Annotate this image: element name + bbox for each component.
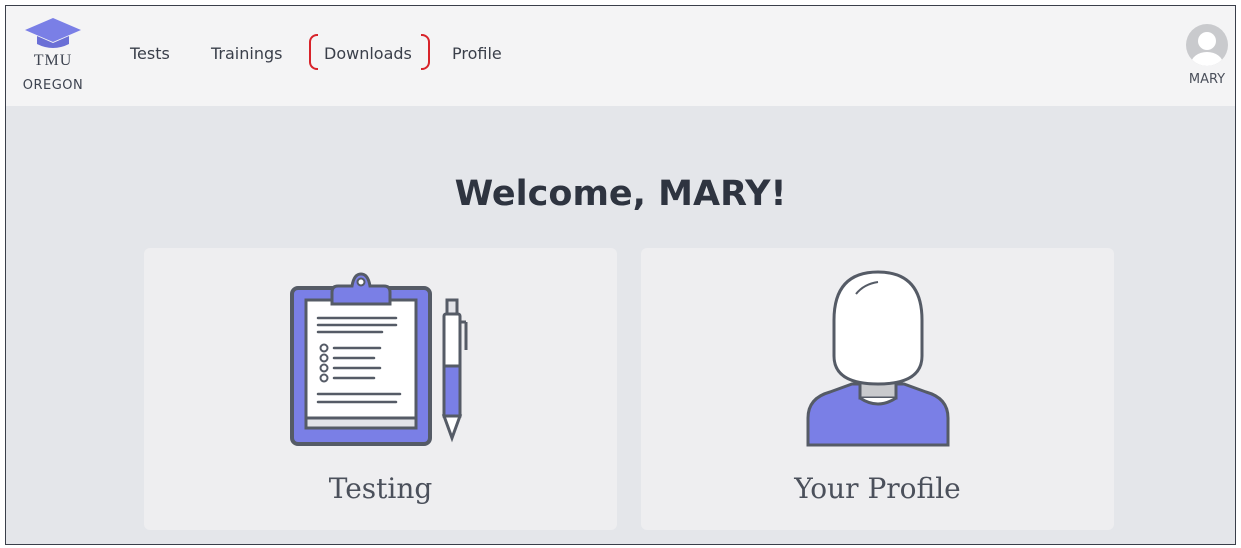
brand-logo[interactable]: TMU OREGON [18,16,88,100]
clipboard-pen-icon [290,272,468,446]
your-profile-card[interactable]: Your Profile [641,248,1114,530]
testing-label: Testing [328,472,433,505]
app-window: TMU OREGON Tests Trainings Downloads Pro… [5,5,1236,545]
user-avatar-icon [1186,24,1228,66]
testing-card[interactable]: Testing [144,248,617,530]
top-navbar: TMU OREGON Tests Trainings Downloads Pro… [6,6,1235,106]
graduation-cap-icon [25,18,81,48]
user-name: MARY [1188,72,1226,87]
highlight-bracket-right [421,34,430,70]
nav-downloads[interactable]: Downloads [324,44,412,63]
logo-subtext: OREGON [22,78,84,93]
nav-tests[interactable]: Tests [130,44,170,63]
highlight-bracket-left [309,34,318,70]
person-silhouette-icon [806,270,950,447]
logo-text: TMU [33,52,73,69]
welcome-heading: Welcome, MARY! [454,174,787,214]
user-menu[interactable]: MARY [1183,24,1231,94]
your-profile-label: Your Profile [794,472,961,505]
nav-profile[interactable]: Profile [452,44,502,63]
nav-trainings[interactable]: Trainings [211,44,282,63]
